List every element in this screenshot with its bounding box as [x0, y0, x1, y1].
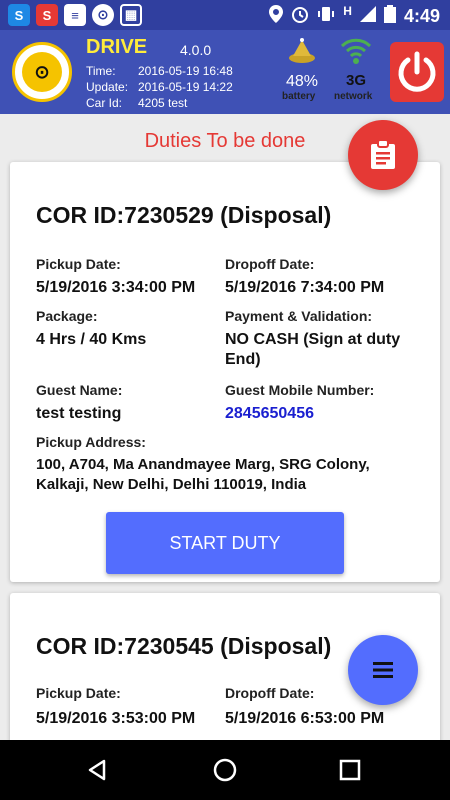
clipboard-icon	[371, 140, 395, 169]
navigation-bar	[0, 740, 450, 800]
package-value: 4 Hrs / 40 Kms	[36, 331, 147, 348]
payment-label: Payment & Validation:	[225, 308, 373, 324]
dropoff-date-label: Dropoff Date:	[225, 685, 315, 701]
cor-id: COR ID:7230545 (Disposal)	[36, 633, 332, 659]
power-icon	[398, 51, 436, 92]
drive-app-icon: ⊙	[92, 4, 114, 26]
guest-name: test testing	[36, 405, 122, 422]
alarm-icon	[291, 5, 309, 28]
time-row: Time: 2016-05-19 16:48	[86, 64, 233, 78]
pickup-date: 5/19/2016 3:34:00 PM	[36, 279, 196, 296]
update-value: 2016-05-19 14:22	[138, 80, 233, 94]
duty-card: COR ID:7230529 (Disposal) Pickup Date: 5…	[10, 162, 440, 582]
back-icon	[88, 759, 106, 781]
update-label: Update:	[86, 80, 129, 94]
pickup-address: 100, A704, Ma Anandmayee Marg, SRG Colon…	[36, 456, 370, 493]
network-label: network	[334, 91, 373, 102]
duties-fab-button[interactable]	[348, 120, 418, 190]
app-version: 4.0.0	[180, 42, 212, 58]
message-icon: ≡	[64, 4, 86, 26]
recents-button[interactable]	[334, 754, 366, 786]
app-notification-icon: S	[36, 4, 58, 26]
power-button[interactable]	[390, 42, 444, 102]
guest-name-label: Guest Name:	[36, 382, 123, 398]
pickup-address-label: Pickup Address:	[36, 434, 146, 450]
wifi-icon	[340, 38, 372, 64]
car-id-row: Car Id: 4205 test	[86, 96, 187, 110]
time-value: 2016-05-19 16:48	[138, 64, 233, 78]
home-button[interactable]	[209, 754, 241, 786]
signal-icon	[359, 6, 376, 27]
battery-status-icon	[289, 38, 315, 63]
menu-fab-button[interactable]	[348, 635, 418, 705]
app-header: ⊙ DRIVE 4.0.0 Time: 2016-05-19 16:48 Upda…	[0, 30, 450, 114]
menu-icon	[373, 662, 393, 678]
network-value: 3G	[345, 72, 366, 89]
payment-value: NO CASH (Sign at duty End)	[225, 331, 401, 368]
status-bar: S S ≡ ⊙ ▦ H 4:49	[0, 0, 450, 30]
start-duty-button[interactable]: START DUTY	[106, 512, 344, 574]
dropoff-date: 5/19/2016 7:34:00 PM	[225, 279, 385, 296]
guest-mobile-link[interactable]: 2845650456	[225, 404, 314, 424]
guest-mobile-label: Guest Mobile Number:	[225, 382, 375, 398]
battery-icon	[383, 5, 396, 28]
vibrate-icon	[317, 5, 335, 28]
logo-icon: ⊙	[22, 52, 62, 92]
home-icon	[213, 758, 237, 782]
car-id-label: Car Id:	[86, 96, 123, 110]
pickup-date-label: Pickup Date:	[36, 685, 121, 701]
car-id-value: 4205 test	[138, 96, 188, 110]
app-logo: ⊙	[12, 42, 72, 102]
battery-percentage: 48%	[285, 73, 319, 90]
network-status: 3G network	[334, 36, 378, 102]
back-button[interactable]	[82, 754, 114, 786]
update-row: Update: 2016-05-19 14:22	[86, 80, 233, 94]
location-icon	[269, 5, 284, 28]
pickup-date: 5/19/2016 3:53:00 PM	[36, 710, 196, 727]
dropoff-date-label: Dropoff Date:	[225, 256, 315, 272]
dropoff-date: 5/19/2016 6:53:00 PM	[225, 710, 385, 727]
pickup-date-label: Pickup Date:	[36, 256, 121, 272]
cor-id: COR ID:7230529 (Disposal)	[36, 202, 332, 228]
battery-status: 48% battery	[282, 36, 322, 102]
image-icon: ▦	[120, 4, 142, 26]
app-notification-icon: S	[8, 4, 30, 26]
recents-icon	[339, 759, 361, 781]
battery-label: battery	[282, 91, 316, 102]
network-type: H	[343, 3, 352, 18]
clock: 4:49	[403, 6, 440, 26]
package-label: Package:	[36, 308, 98, 324]
time-label: Time:	[86, 64, 116, 78]
app-name: DRIVE	[86, 36, 148, 58]
